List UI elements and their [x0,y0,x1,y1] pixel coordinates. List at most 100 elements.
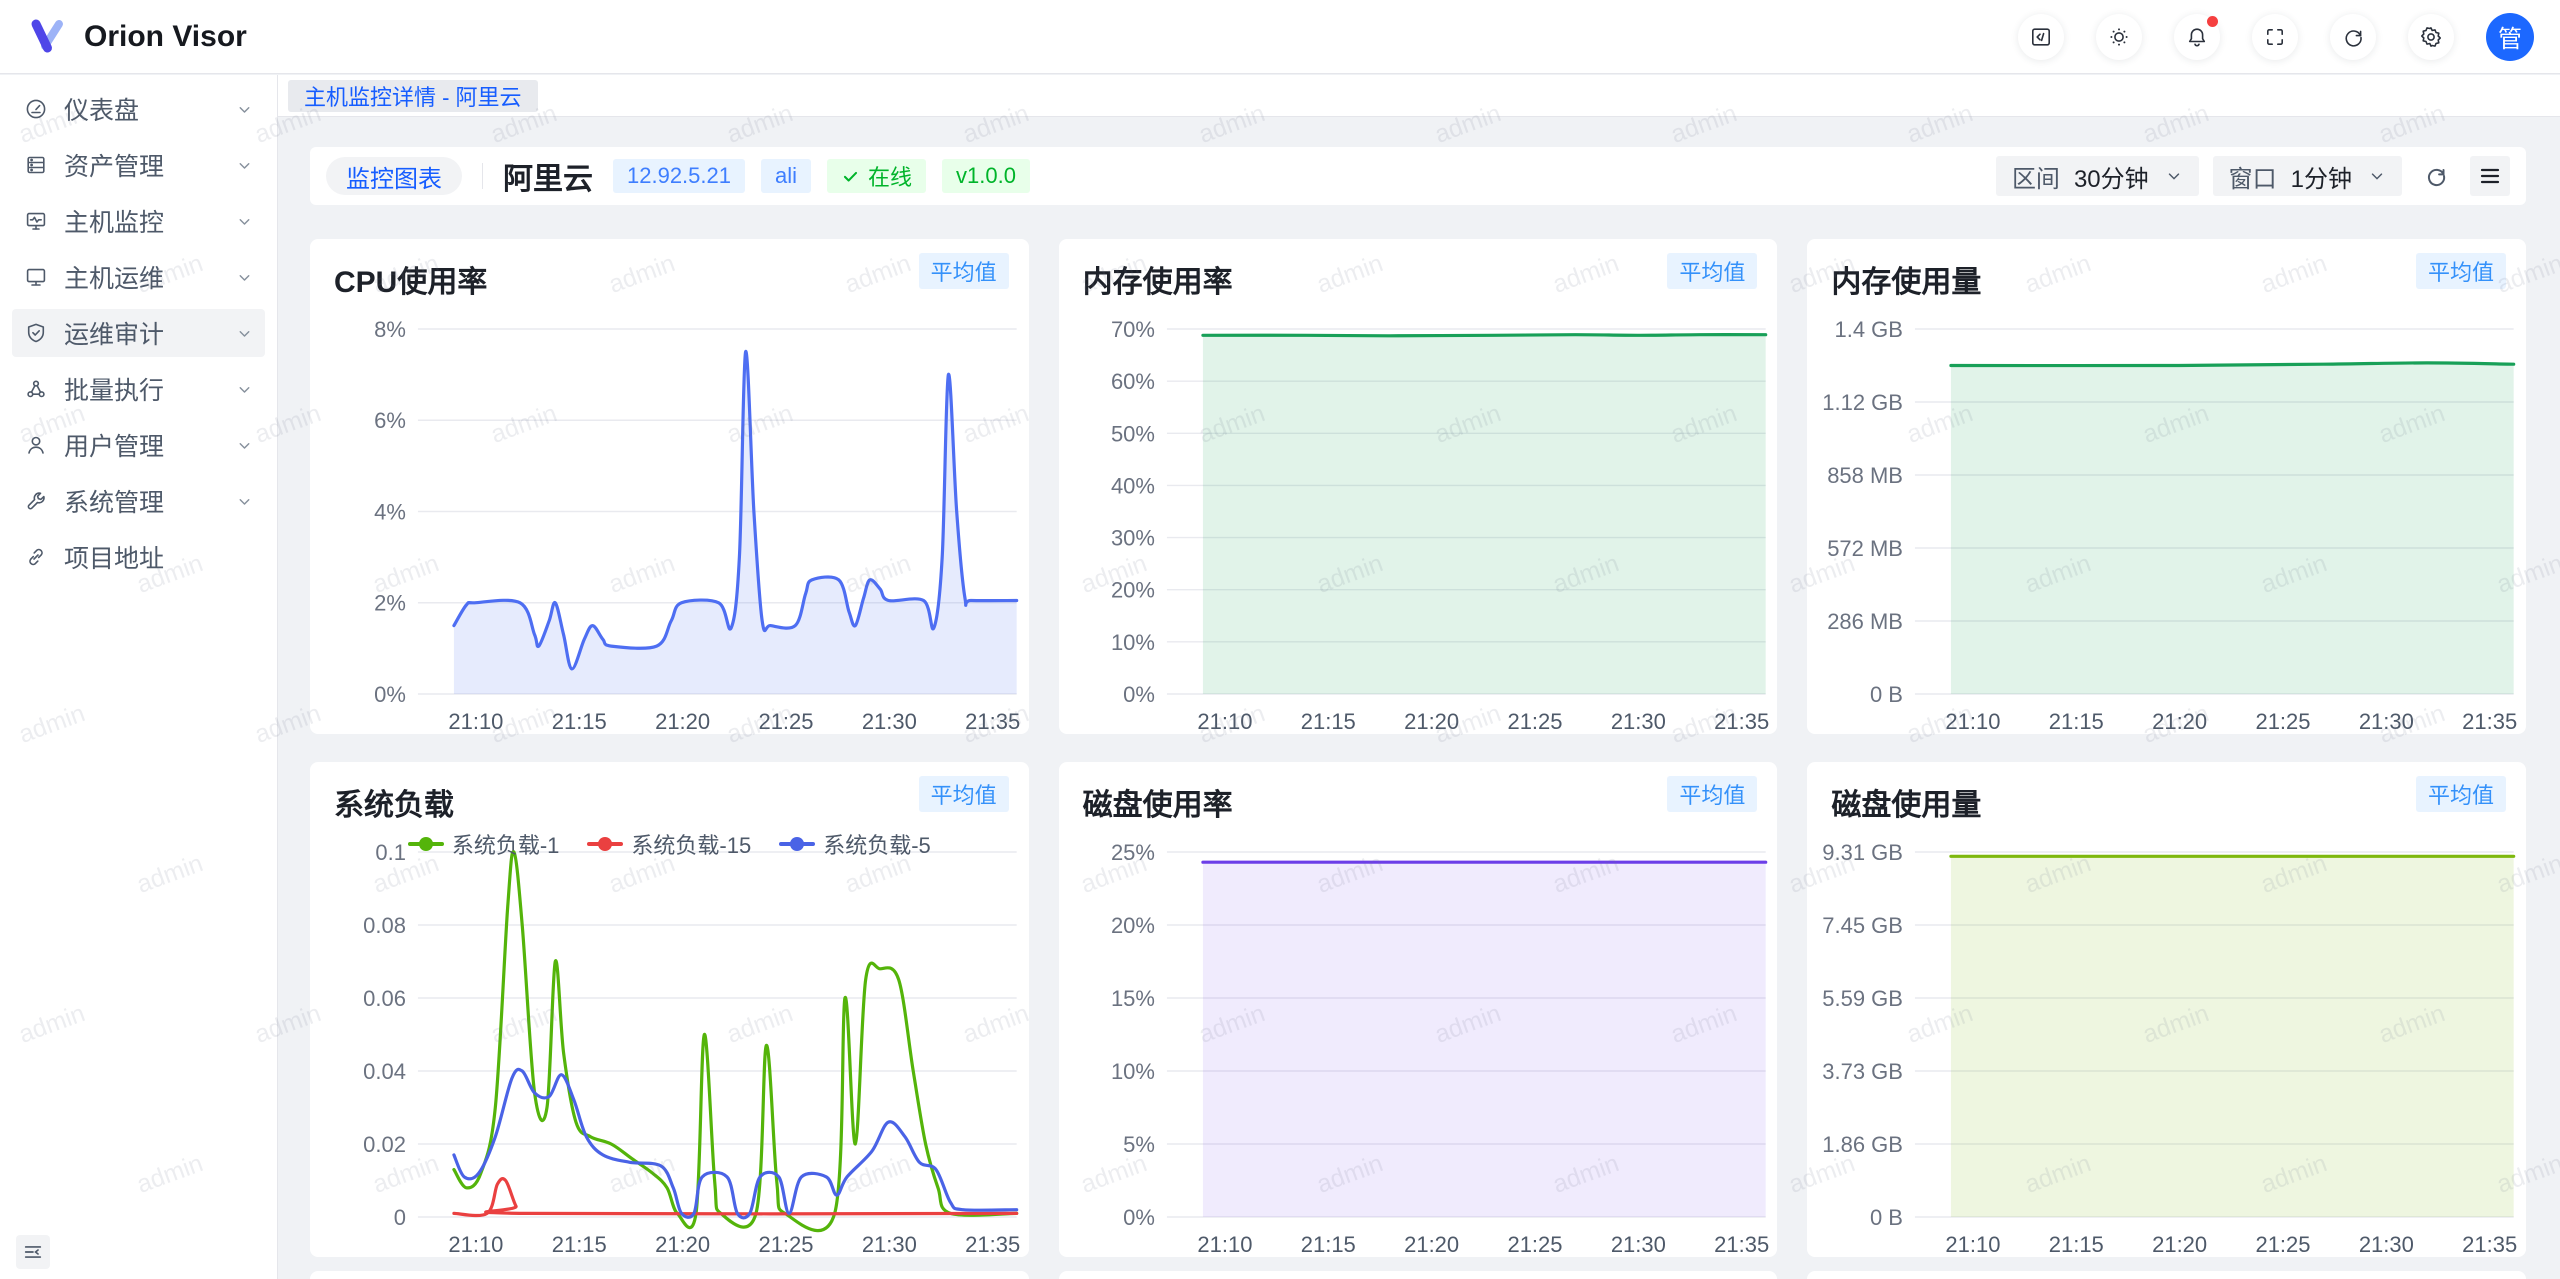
svg-text:7.45 GB: 7.45 GB [1823,913,1904,938]
chevron-down-icon [236,325,253,342]
link-icon [24,545,48,569]
check-icon [841,167,860,186]
svg-text:8%: 8% [374,317,406,342]
sidebar-item-label: 系统管理 [64,483,164,519]
chart-area: 系统负载-1系统负载-15系统负载-50.10.080.060.040.0202… [310,832,1029,1257]
sidebar-item-wrench[interactable]: 系统管理 [12,477,265,525]
avg-badge: 平均值 [919,776,1009,812]
chart-refresh-button[interactable] [2416,156,2456,196]
sidebar-item-audit[interactable]: 运维审计 [12,309,265,357]
chart-svg: 0.10.080.060.040.02021:1021:1521:2021:25… [310,832,1029,1257]
svg-text:21:20: 21:20 [2152,709,2207,734]
svg-text:25%: 25% [1111,840,1155,865]
svg-text:21:10: 21:10 [1946,709,2001,734]
host-tag: v1.0.0 [942,159,1030,193]
view-switch-charts[interactable]: 监控图表 [326,157,462,195]
window-select-label: 窗口 [2229,159,2277,194]
audit-icon [24,321,48,345]
tab-host-monitor-detail[interactable]: 主机监控详情 - 阿里云 [288,80,538,112]
svg-text:0.06: 0.06 [363,986,406,1011]
chevron-down-icon [2368,167,2386,185]
fullscreen-button[interactable] [2252,14,2298,60]
svg-text:0.04: 0.04 [363,1059,406,1084]
svg-text:50%: 50% [1111,421,1155,446]
refresh-icon [2423,163,2449,189]
svg-text:21:15: 21:15 [2049,1232,2104,1257]
svg-text:5%: 5% [1123,1132,1155,1157]
chevron-down-icon [236,213,253,230]
chart-grid: CPU使用率平均值8%6%4%2%0%21:1021:1521:2021:252… [310,239,2526,1257]
svg-text:21:20: 21:20 [2152,1232,2207,1257]
chart-card-1: CPU使用率平均值8%6%4%2%0%21:1021:1521:2021:252… [310,239,1029,734]
sidebar-item-link[interactable]: 项目地址 [12,533,265,581]
refresh-button[interactable] [2330,14,2376,60]
range-select[interactable]: 区间 30分钟 [1996,156,2199,196]
legend-label: 系统负载-15 [631,828,751,860]
card-partial [1059,1271,1778,1279]
sidebar-item-monitor[interactable]: 主机监控 [12,197,265,245]
svg-text:4%: 4% [374,499,406,524]
brightness-button[interactable] [2096,14,2142,60]
svg-text:21:20: 21:20 [1404,709,1459,734]
sidebar-collapse-button[interactable] [16,1235,50,1269]
sidebar-item-label: 主机运维 [64,259,164,295]
sidebar-item-assets[interactable]: 资产管理 [12,141,265,189]
svg-text:21:35: 21:35 [2463,1232,2518,1257]
chevron-down-icon [236,157,253,174]
svg-text:858 MB: 858 MB [1828,463,1904,488]
legend-item[interactable]: 系统负载-5 [779,828,931,860]
chart-title: CPU使用率 [334,257,487,301]
tag-text: ali [775,163,797,189]
svg-text:21:15: 21:15 [552,709,607,734]
chart-card-3: 内存使用量平均值1.4 GB1.12 GB858 MB572 MB286 MB0… [1807,239,2526,734]
svg-text:60%: 60% [1111,369,1155,394]
host-name: 阿里云 [503,154,593,198]
legend-item[interactable]: 系统负载-15 [587,828,751,860]
code-window-button[interactable] [2018,14,2064,60]
chart-title: 磁盘使用量 [1831,780,1981,824]
divider [482,163,483,189]
chart-area: 1.4 GB1.12 GB858 MB572 MB286 MB0 B21:102… [1807,309,2526,734]
svg-text:0: 0 [394,1205,406,1230]
chart-svg: 1.4 GB1.12 GB858 MB572 MB286 MB0 B21:102… [1807,309,2526,734]
svg-text:21:25: 21:25 [758,1232,813,1257]
user-avatar[interactable]: 管 [2486,13,2534,61]
gear-button[interactable] [2408,14,2454,60]
notifications-button[interactable] [2174,14,2220,60]
bell-icon [2185,25,2209,49]
chevron-down-icon [236,493,253,510]
svg-text:572 MB: 572 MB [1828,536,1904,561]
chart-svg: 8%6%4%2%0%21:1021:1521:2021:2521:3021:35 [310,309,1029,734]
tag-text: v1.0.0 [956,163,1016,189]
chart-menu-button[interactable] [2470,156,2510,196]
sidebar-item-batch[interactable]: 批量执行 [12,365,265,413]
app-logo[interactable]: Orion Visor [0,15,247,59]
sidebar-item-label: 项目地址 [64,539,164,575]
svg-text:9.31 GB: 9.31 GB [1823,840,1904,865]
svg-text:21:15: 21:15 [552,1232,607,1257]
window-select[interactable]: 窗口 1分钟 [2213,156,2402,196]
svg-text:21:35: 21:35 [1714,1232,1769,1257]
svg-text:0 B: 0 B [1870,682,1903,707]
svg-text:70%: 70% [1111,317,1155,342]
sidebar-item-label: 资产管理 [64,147,164,183]
fullscreen-icon [2263,25,2287,49]
card-partial [310,1271,1029,1279]
svg-text:21:25: 21:25 [2256,1232,2311,1257]
menu-icon [2478,164,2502,188]
svg-text:21:15: 21:15 [1300,1232,1355,1257]
svg-text:21:30: 21:30 [1610,709,1665,734]
legend-item[interactable]: 系统负载-1 [408,828,560,860]
sidebar-item-desktop[interactable]: 主机运维 [12,253,265,301]
notification-badge [2207,16,2218,27]
svg-text:21:30: 21:30 [862,709,917,734]
svg-text:2%: 2% [374,591,406,616]
legend-label: 系统负载-1 [452,828,560,860]
svg-text:21:10: 21:10 [448,1232,503,1257]
sidebar-item-user[interactable]: 用户管理 [12,421,265,469]
chart-area: 9.31 GB7.45 GB5.59 GB3.73 GB1.86 GB0 B21… [1807,832,2526,1257]
sidebar-item-dashboard[interactable]: 仪表盘 [12,85,265,133]
chart-svg: 70%60%50%40%30%20%10%0%21:1021:1521:2021… [1059,309,1778,734]
svg-text:3.73 GB: 3.73 GB [1823,1059,1904,1084]
svg-text:21:10: 21:10 [1946,1232,2001,1257]
